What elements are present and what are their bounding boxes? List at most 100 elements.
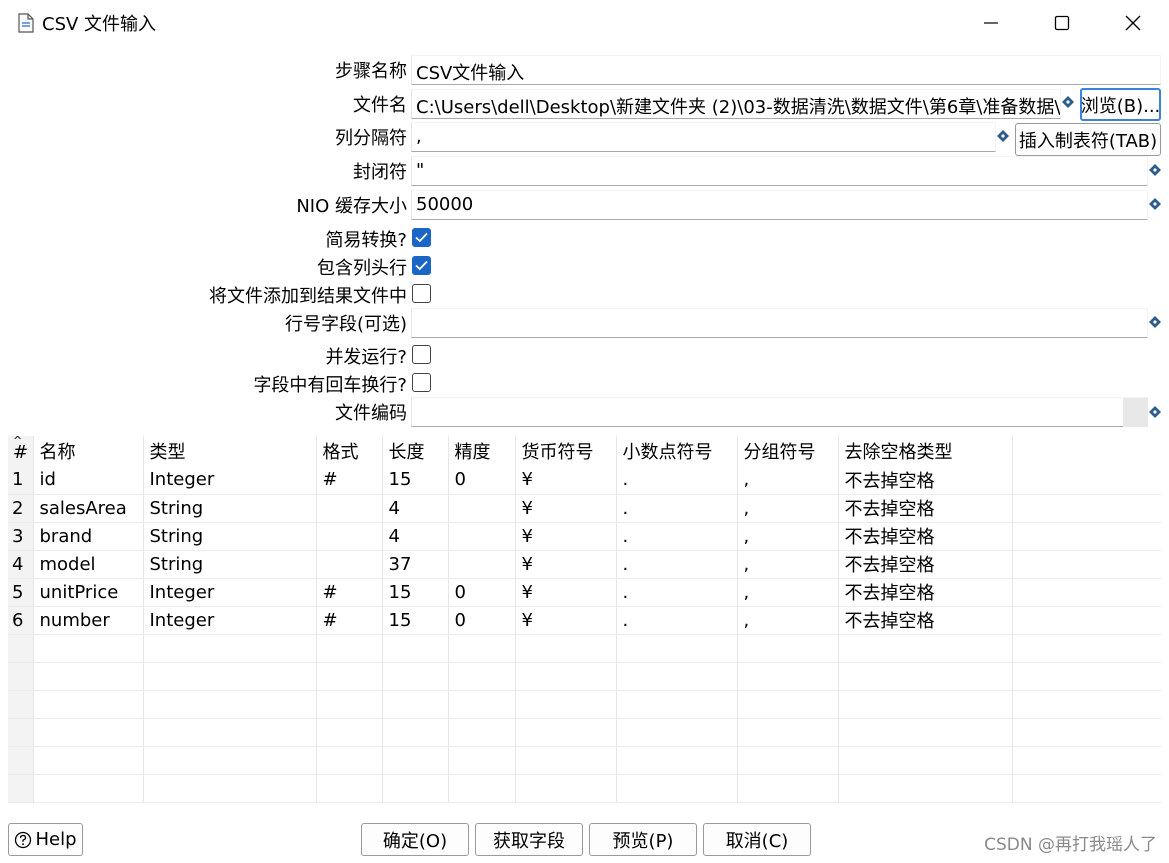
- table-cell[interactable]: String: [143, 522, 317, 551]
- table-cell[interactable]: ¥: [515, 466, 617, 495]
- cancel-button[interactable]: 取消(C): [703, 823, 811, 856]
- add-to-result-checkbox[interactable]: [412, 284, 431, 303]
- column-header[interactable]: 名称: [33, 436, 144, 466]
- table-cell[interactable]: String: [143, 550, 317, 579]
- table-cell[interactable]: [316, 550, 383, 579]
- variable-icon[interactable]: [1149, 316, 1161, 328]
- table-cell[interactable]: 37: [382, 550, 449, 579]
- newline-in-field-checkbox[interactable]: [412, 373, 431, 392]
- table-row[interactable]: 3 brand String 4 ¥., 不去掉空格: [8, 522, 1161, 551]
- empty-table-row[interactable]: [8, 662, 1161, 691]
- header-present-checkbox[interactable]: [412, 256, 431, 275]
- table-cell[interactable]: 不去掉空格: [838, 550, 1013, 579]
- table-cell[interactable]: ¥: [515, 606, 617, 635]
- table-cell[interactable]: [316, 494, 383, 523]
- table-cell[interactable]: brand: [33, 522, 144, 551]
- table-cell[interactable]: ,: [737, 606, 839, 635]
- table-row[interactable]: 2 salesArea String 4 ¥., 不去掉空格: [8, 494, 1161, 523]
- table-cell[interactable]: String: [143, 494, 317, 523]
- table-cell[interactable]: ,: [737, 578, 839, 607]
- table-cell[interactable]: ¥: [515, 494, 617, 523]
- table-cell[interactable]: ,: [737, 522, 839, 551]
- variable-icon[interactable]: [1149, 198, 1161, 210]
- table-cell[interactable]: 不去掉空格: [838, 606, 1013, 635]
- table-cell[interactable]: ¥: [515, 578, 617, 607]
- table-cell[interactable]: ¥: [515, 550, 617, 579]
- encoding-select[interactable]: [411, 397, 1148, 427]
- encoding-dropdown-button[interactable]: [1123, 398, 1148, 427]
- table-row[interactable]: 4 model String 37 ¥., 不去掉空格: [8, 550, 1161, 579]
- table-row[interactable]: 6 number Integer #15 0 ¥., 不去掉空格: [8, 606, 1161, 635]
- table-cell[interactable]: 不去掉空格: [838, 522, 1013, 551]
- table-cell[interactable]: Integer: [143, 606, 317, 635]
- table-cell[interactable]: Integer: [143, 466, 317, 495]
- variable-icon[interactable]: [1149, 164, 1161, 176]
- table-cell[interactable]: model: [33, 550, 144, 579]
- table-cell[interactable]: number: [33, 606, 144, 635]
- table-cell[interactable]: 0: [448, 578, 516, 607]
- table-cell[interactable]: Integer: [143, 578, 317, 607]
- column-header[interactable]: 长度: [382, 436, 449, 466]
- column-header[interactable]: 小数点符号: [616, 436, 738, 466]
- table-cell[interactable]: [448, 550, 516, 579]
- row-num-field-input[interactable]: [411, 308, 1148, 338]
- table-cell[interactable]: ¥: [515, 522, 617, 551]
- table-cell[interactable]: [448, 522, 516, 551]
- table-cell[interactable]: .: [616, 578, 738, 607]
- ok-button[interactable]: 确定(O): [361, 823, 469, 856]
- insert-tab-button[interactable]: 插入制表符(TAB): [1015, 123, 1161, 156]
- table-cell[interactable]: 15: [382, 466, 449, 495]
- close-button[interactable]: [1098, 0, 1168, 46]
- table-cell[interactable]: 不去掉空格: [838, 466, 1013, 495]
- help-button[interactable]: Help: [8, 823, 83, 856]
- table-cell[interactable]: .: [616, 466, 738, 495]
- table-cell[interactable]: id: [33, 466, 144, 495]
- file-name-input[interactable]: C:\Users\dell\Desktop\新建文件夹 (2)\03-数据清洗\…: [411, 89, 1061, 119]
- enclosure-input[interactable]: ": [411, 156, 1148, 186]
- table-cell[interactable]: #: [316, 578, 383, 607]
- table-cell[interactable]: 4: [382, 494, 449, 523]
- table-cell[interactable]: ,: [737, 494, 839, 523]
- browse-button[interactable]: 浏览(B)...: [1080, 88, 1161, 121]
- nio-buffer-input[interactable]: 50000: [411, 190, 1148, 220]
- table-cell[interactable]: salesArea: [33, 494, 144, 523]
- table-cell[interactable]: [448, 494, 516, 523]
- empty-table-row[interactable]: [8, 634, 1161, 663]
- table-cell[interactable]: .: [616, 522, 738, 551]
- column-header[interactable]: ^ #: [8, 436, 34, 466]
- empty-table-row[interactable]: [8, 774, 1161, 803]
- column-header[interactable]: 精度: [448, 436, 516, 466]
- preview-button[interactable]: 预览(P): [589, 823, 697, 856]
- variable-icon[interactable]: [1062, 96, 1074, 108]
- empty-table-row[interactable]: [8, 718, 1161, 747]
- table-cell[interactable]: #: [316, 606, 383, 635]
- column-header[interactable]: 分组符号: [737, 436, 839, 466]
- table-cell[interactable]: .: [616, 606, 738, 635]
- column-header[interactable]: 格式: [316, 436, 383, 466]
- table-cell[interactable]: 15: [382, 606, 449, 635]
- table-cell[interactable]: unitPrice: [33, 578, 144, 607]
- delimiter-input[interactable]: ,: [411, 122, 996, 152]
- table-cell[interactable]: ,: [737, 550, 839, 579]
- get-fields-button[interactable]: 获取字段: [475, 823, 583, 856]
- parallel-checkbox[interactable]: [412, 345, 431, 364]
- table-cell[interactable]: .: [616, 550, 738, 579]
- column-header[interactable]: 去除空格类型: [838, 436, 1013, 466]
- table-row[interactable]: 5 unitPrice Integer #15 0 ¥., 不去掉空格: [8, 578, 1161, 607]
- variable-icon[interactable]: [997, 130, 1009, 142]
- table-row[interactable]: 1 id Integer #15 0 ¥., 不去掉空格: [8, 466, 1161, 495]
- table-cell[interactable]: [316, 522, 383, 551]
- table-cell[interactable]: #: [316, 466, 383, 495]
- maximize-button[interactable]: [1027, 0, 1097, 46]
- variable-icon[interactable]: [1149, 406, 1161, 418]
- table-cell[interactable]: .: [616, 494, 738, 523]
- column-header[interactable]: 货币符号: [515, 436, 617, 466]
- table-cell[interactable]: 0: [448, 466, 516, 495]
- step-name-input[interactable]: CSV文件输入: [411, 55, 1161, 85]
- empty-table-row[interactable]: [8, 690, 1161, 719]
- lazy-conversion-checkbox[interactable]: [412, 228, 431, 247]
- table-cell[interactable]: 15: [382, 578, 449, 607]
- table-cell[interactable]: ,: [737, 466, 839, 495]
- column-header[interactable]: 类型: [143, 436, 317, 466]
- empty-table-row[interactable]: [8, 746, 1161, 775]
